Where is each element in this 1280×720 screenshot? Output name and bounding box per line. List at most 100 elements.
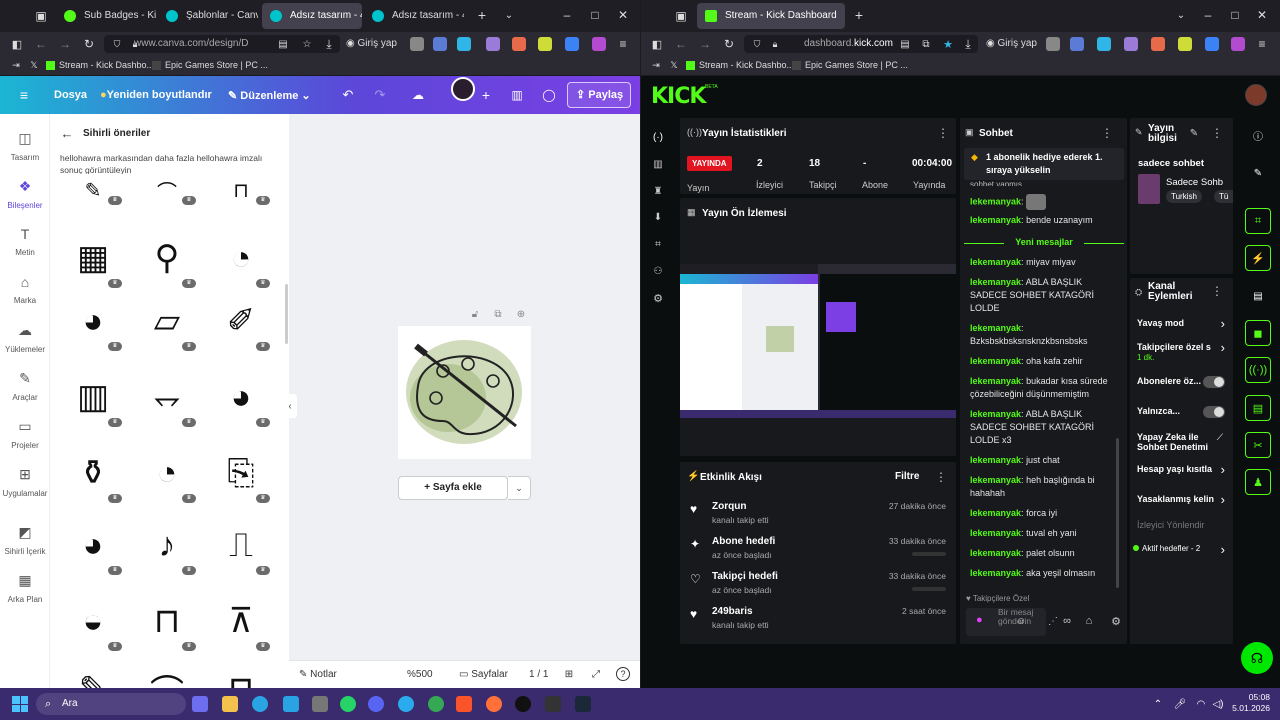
element-thumbnail[interactable]: ⊓ ♛ [206, 174, 276, 206]
element-thumbnail[interactable]: ✐ ♛ [206, 292, 276, 351]
extension-icon[interactable] [1231, 37, 1245, 51]
x-logo-icon[interactable]: 𝕏 [28, 59, 40, 71]
bookmark-star-icon[interactable]: ☆ [300, 37, 314, 51]
signin-button[interactable]: ◉ Giriş yap [986, 36, 1037, 52]
design-page[interactable] [398, 326, 531, 459]
maximize-icon[interactable]: □ [1228, 8, 1242, 22]
element-thumbnail[interactable]: ✎ [58, 660, 128, 688]
chat-input[interactable]: ● Bir mesaj gönderin ☺ [966, 608, 1046, 636]
element-thumbnail[interactable]: ⚲ ♛ [132, 229, 202, 288]
comment-icon[interactable]: ◯ [541, 87, 557, 103]
chevron-down-icon[interactable]: ⌄ [508, 476, 531, 500]
extension-icon[interactable] [538, 37, 552, 51]
signin-button[interactable]: ◉ Giriş yap [346, 36, 397, 52]
bookmark-item[interactable]: Epic Games Store | PC ... [152, 60, 268, 71]
chat-username[interactable]: lekemanyak [970, 376, 1021, 386]
channel-action-item[interactable]: Yasaklanmış kelin › [1130, 492, 1233, 518]
channel-action-item[interactable]: İzleyici Yönlendir [1130, 520, 1233, 544]
element-thumbnail[interactable]: ⎍ ♛ [206, 516, 276, 575]
browser-tab[interactable]: Adsız tasarım - 40 [262, 3, 362, 29]
chat-username[interactable]: lekemanyak [970, 356, 1021, 366]
user-check-button[interactable]: ♟ [1245, 469, 1271, 495]
trophy-icon[interactable]: ♜ [651, 184, 665, 198]
activity-item[interactable]: ♥ 249baris kanalı takip etti 2 saat önce [680, 603, 956, 633]
whatsapp-icon[interactable] [340, 696, 356, 712]
back-arrow-icon[interactable]: ← [60, 126, 74, 141]
more-vertical-icon[interactable]: ⋮ [1211, 126, 1223, 140]
file-explorer-icon[interactable] [222, 696, 238, 712]
element-thumbnail[interactable]: ◕ ♛ [58, 516, 128, 575]
store-icon[interactable] [283, 696, 299, 712]
tab-list-icon[interactable]: ⌄ [502, 8, 516, 22]
wifi-icon[interactable]: ◠ [1194, 697, 1208, 711]
chat-username[interactable]: lekemanyak [970, 528, 1021, 538]
more-vertical-icon[interactable]: ⋮ [1101, 126, 1113, 140]
element-thumbnail[interactable]: ▱ ♛ [132, 292, 202, 351]
extension-icon[interactable] [1151, 37, 1165, 51]
app-icon[interactable] [545, 696, 561, 712]
reload-icon[interactable]: ↻ [82, 37, 96, 51]
extension-icon[interactable] [1205, 37, 1219, 51]
element-thumbnail[interactable]: ⌒ ♛ [132, 174, 202, 206]
filter-button[interactable]: Filtre [895, 471, 919, 482]
support-headset-icon[interactable]: ☊ [1241, 642, 1273, 674]
panel-scrollbar[interactable] [285, 284, 288, 344]
steam-icon[interactable] [575, 696, 591, 712]
toggle-switch[interactable] [1203, 376, 1225, 388]
chat-username[interactable]: lekemanyak [970, 568, 1021, 578]
file-menu[interactable]: Dosya [54, 89, 87, 101]
rail-item-design[interactable]: ◫ Tasarım [0, 130, 50, 162]
minimize-icon[interactable]: – [1201, 8, 1215, 22]
store-icon[interactable]: ⌂ [1082, 614, 1096, 628]
infinity-icon[interactable]: ∞ [1060, 614, 1074, 628]
volume-icon[interactable]: ◁) [1211, 697, 1225, 711]
fullscreen-icon[interactable]: ⤢ [590, 668, 602, 680]
chat-username[interactable]: lekemanyak [970, 475, 1021, 485]
element-thumbnail[interactable]: ◒ ♛ [58, 592, 128, 651]
channel-action-item[interactable]: Aktif hedefler - 2 › [1130, 542, 1233, 568]
element-thumbnail[interactable]: ⚱ ♛ [58, 444, 128, 503]
share-dots-icon[interactable]: ⋰ [1046, 614, 1060, 628]
rail-item-tools[interactable]: ✎ Araçlar [0, 370, 50, 402]
element-thumbnail[interactable]: ✎ ♛ [58, 174, 128, 206]
chat-username[interactable]: lekemanyak [970, 409, 1021, 419]
add-collaborator-icon[interactable]: + [478, 87, 494, 103]
add-page-icon[interactable]: ⊕ [515, 308, 527, 320]
channel-action-item[interactable]: Yalnızca... [1130, 406, 1233, 430]
lightning-button[interactable]: ⚡ [1245, 245, 1271, 271]
chrome-icon[interactable] [428, 696, 444, 712]
channel-action-item[interactable]: Yavaş mod › [1130, 316, 1233, 342]
more-vertical-icon[interactable]: ⋮ [935, 470, 947, 484]
back-icon[interactable]: ← [34, 37, 48, 51]
element-thumbnail[interactable]: ◕ ♛ [206, 368, 276, 427]
taskbar-search[interactable]: ⌕ Ara [36, 693, 186, 715]
document-icon[interactable]: ▤ [1251, 289, 1265, 303]
extension-icon[interactable] [1097, 37, 1111, 51]
element-thumbnail[interactable]: ⊓ ♛ [132, 592, 202, 651]
insights-chart-icon[interactable]: ▥ [509, 87, 525, 103]
crop-tool-button[interactable]: ⌗ [1245, 208, 1271, 234]
reader-icon[interactable]: ▤ [276, 37, 290, 51]
minimize-icon[interactable]: – [560, 8, 574, 22]
chat-username[interactable]: lekemanyak [970, 508, 1021, 518]
element-thumbnail[interactable]: ▥ ♛ [58, 368, 128, 427]
tab-overview-icon[interactable]: ▣ [34, 9, 48, 23]
lock-icon[interactable]: 🔒︎ [768, 37, 782, 51]
element-thumbnail[interactable]: ⊓ [206, 660, 276, 688]
collapse-panel-icon[interactable]: ‹ [283, 394, 297, 418]
chat-username[interactable]: lekemanyak [970, 257, 1021, 267]
close-icon[interactable]: ✕ [1255, 8, 1269, 22]
windows-start-icon[interactable] [12, 696, 28, 712]
grid-view-icon[interactable]: ⊞ [563, 668, 575, 680]
info-icon[interactable]: ⓘ [1251, 128, 1265, 143]
import-icon[interactable]: ⇥ [650, 59, 662, 71]
download-icon[interactable]: ⤓ [322, 37, 336, 51]
avatar[interactable] [1245, 84, 1267, 106]
chat-username[interactable]: lekemanyak [970, 215, 1021, 225]
bookmark-item[interactable]: Stream - Kick Dashbo... [46, 60, 154, 71]
extension-icon[interactable] [1070, 37, 1084, 51]
element-thumbnail[interactable]: ▦ ♛ [58, 229, 128, 288]
download-icon[interactable]: ⤓ [961, 37, 975, 51]
browser-tab[interactable]: Şablonlar - Canva [158, 3, 258, 29]
telegram-icon[interactable] [398, 696, 414, 712]
